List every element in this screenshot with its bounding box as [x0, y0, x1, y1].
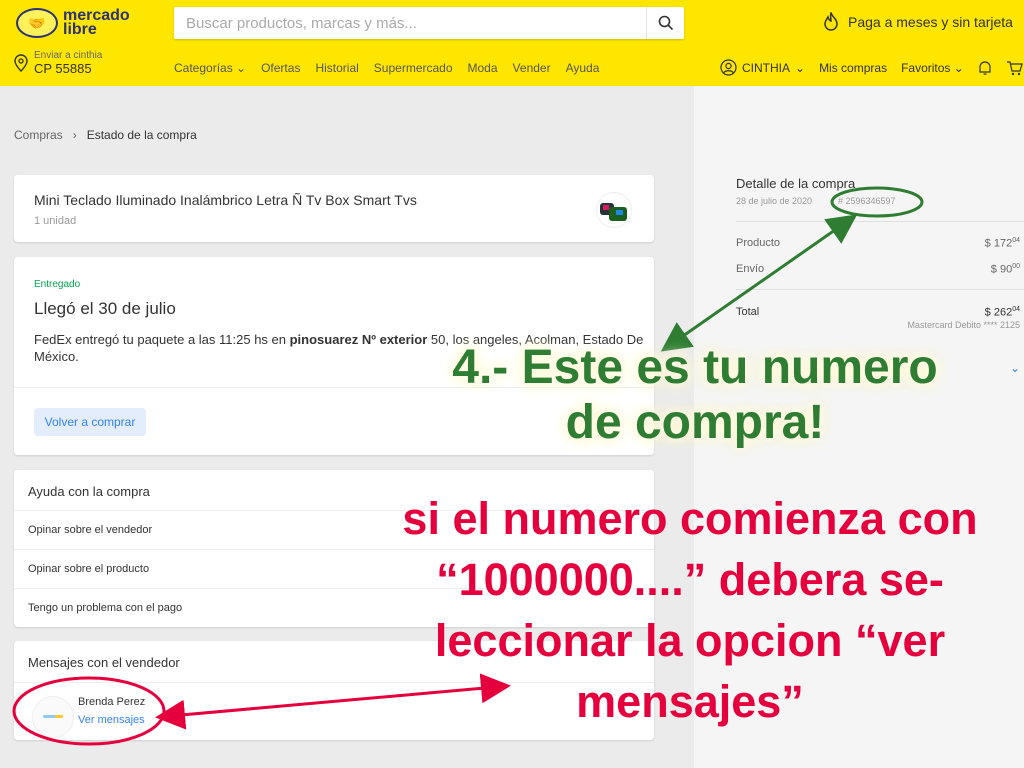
ver-mensajes-link[interactable]: Ver mensajes [78, 714, 145, 726]
status-badge: Entregado [34, 279, 81, 290]
promo-text: Paga a meses y sin tarjeta [848, 14, 1013, 30]
nav-vender[interactable]: Vender [513, 61, 551, 75]
delivery-headline: Llegó el 30 de julio [34, 299, 176, 318]
breadcrumb-compras[interactable]: Compras [14, 128, 63, 142]
seller-name: Brenda Perez [78, 696, 146, 708]
location-pin-icon [14, 54, 28, 72]
messages-title: Mensajes con el vendedor [28, 655, 180, 670]
address-label: Enviar a cinthia [34, 50, 103, 61]
nav-moda[interactable]: Moda [468, 61, 498, 75]
mercado-libre-logo[interactable]: 🤝 mercado libre [16, 8, 143, 38]
product-units: 1 unidad [34, 215, 77, 227]
search-bar[interactable]: Buscar productos, marcas y más... [174, 7, 684, 39]
shipping-address[interactable]: Enviar a cinthia CP 55885 [14, 50, 102, 76]
product-card[interactable]: Mini Teclado Iluminado Inalámbrico Letra… [14, 175, 654, 242]
shipping-cost-value: $ 9000 [990, 263, 1020, 276]
product-thumbnail [596, 192, 632, 228]
logo-text: mercado libre [63, 7, 130, 38]
product-title: Mini Teclado Iluminado Inalámbrico Letra… [34, 192, 417, 208]
chevron-right-icon: › [72, 128, 77, 142]
search-button[interactable] [646, 7, 684, 39]
user-icon [720, 59, 737, 76]
rebuy-button[interactable]: Volver a comprar [34, 408, 146, 436]
purchase-number: # 2596346597 [838, 196, 896, 206]
user-menu[interactable]: CINTHIA ⌄ [720, 59, 805, 76]
bell-icon[interactable] [978, 60, 992, 76]
detail-title: Detalle de la compra [736, 176, 856, 191]
shipping-cost-label: Envío [736, 263, 765, 275]
total-value: $ 26204 [984, 306, 1020, 319]
payment-method: Mastercard Debito **** 2125 [907, 320, 1020, 330]
seller-avatar [32, 696, 74, 738]
cart-icon[interactable] [1006, 60, 1023, 76]
annotation-green-text: 4.- Este es tu numero de compra! [452, 341, 938, 449]
search-icon [658, 15, 673, 31]
address-cp: CP 55885 [34, 61, 92, 76]
purchase-date: 28 de julio de 2020 [736, 196, 813, 206]
main-nav: Categorías ⌄ Ofertas Historial Supermerc… [174, 61, 599, 75]
flame-icon [824, 12, 838, 31]
help-title: Ayuda con la compra [28, 484, 150, 499]
account-nav: CINTHIA ⌄ Mis compras Favoritos ⌄ [720, 59, 1023, 76]
total-label: Total [736, 306, 760, 318]
promo-link[interactable]: Paga a meses y sin tarjeta [822, 12, 1013, 32]
favoritos-menu[interactable]: Favoritos ⌄ [901, 61, 964, 75]
nav-historial[interactable]: Historial [315, 61, 358, 75]
mis-compras-link[interactable]: Mis compras [819, 61, 887, 75]
nav-ofertas[interactable]: Ofertas [261, 61, 300, 75]
breadcrumb-current: Estado de la compra [86, 128, 197, 142]
nav-categorias[interactable]: Categorías ⌄ [174, 61, 246, 75]
breadcrumb: Compras › Estado de la compra [14, 128, 197, 142]
handshake-icon: 🤝 [16, 8, 58, 38]
product-cost-label: Producto [736, 237, 781, 249]
divider [736, 289, 1024, 290]
search-input[interactable]: Buscar productos, marcas y más... [174, 15, 646, 32]
header-bar: 🤝 mercado libre Buscar productos, marcas… [0, 0, 1024, 86]
product-cost-value: $ 17204 [984, 237, 1020, 250]
divider [736, 221, 1024, 222]
nav-supermercado[interactable]: Supermercado [374, 61, 453, 75]
annotation-red-text: si el numero comienza con “1000000....” … [402, 493, 978, 727]
nav-ayuda[interactable]: Ayuda [566, 61, 600, 75]
